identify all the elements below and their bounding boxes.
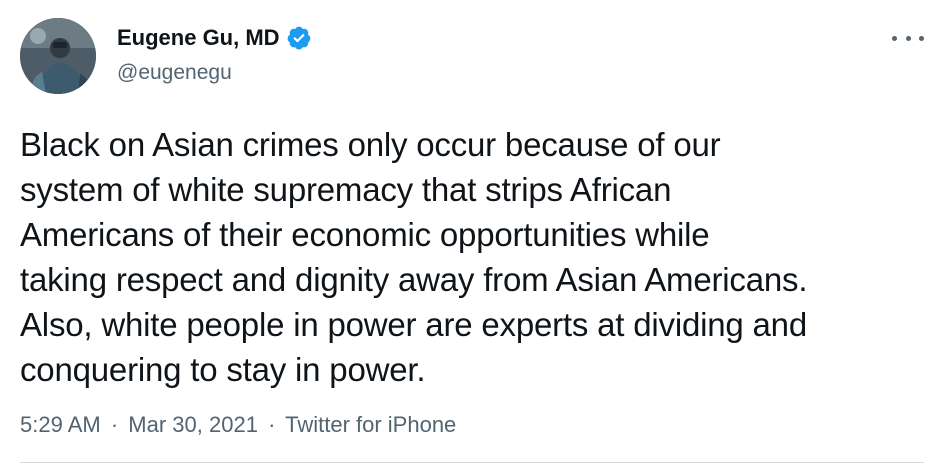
author-name-row: Eugene Gu, MD	[117, 24, 312, 52]
user-handle[interactable]: @eugenegu	[117, 60, 232, 86]
tweet-time[interactable]: 5:29 AM	[20, 412, 101, 437]
divider	[20, 462, 924, 463]
tweet-text-line: Black on Asian crimes only occur because…	[20, 126, 721, 163]
verified-badge-icon	[286, 25, 312, 51]
tweet-text-line: taking respect and dignity away from Asi…	[20, 261, 808, 298]
tweet-metadata: 5:29 AM · Mar 30, 2021 · Twitter for iPh…	[20, 411, 456, 439]
more-dot	[919, 35, 924, 41]
tweet-source[interactable]: Twitter for iPhone	[285, 412, 456, 437]
meta-separator: ·	[268, 412, 276, 437]
tweet-text-line: conquering to stay in power.	[20, 351, 426, 388]
tweet-card: Eugene Gu, MD @eugenegu Black on Asian c…	[0, 0, 944, 470]
more-dot	[905, 35, 911, 41]
tweet-text-line: Also, white people in power are experts …	[20, 306, 807, 343]
tweet-date[interactable]: Mar 30, 2021	[128, 412, 258, 437]
more-options-icon[interactable]	[892, 28, 924, 48]
more-dot	[892, 35, 897, 41]
tweet-text: Black on Asian crimes only occur because…	[20, 122, 930, 392]
avatar-photo-icon	[20, 18, 96, 94]
tweet-text-line: system of white supremacy that strips Af…	[20, 171, 672, 208]
tweet-text-line: Americans of their economic opportunitie…	[20, 216, 710, 253]
meta-separator: ·	[110, 412, 119, 437]
display-name[interactable]: Eugene Gu, MD	[117, 24, 280, 52]
avatar[interactable]	[20, 18, 96, 94]
